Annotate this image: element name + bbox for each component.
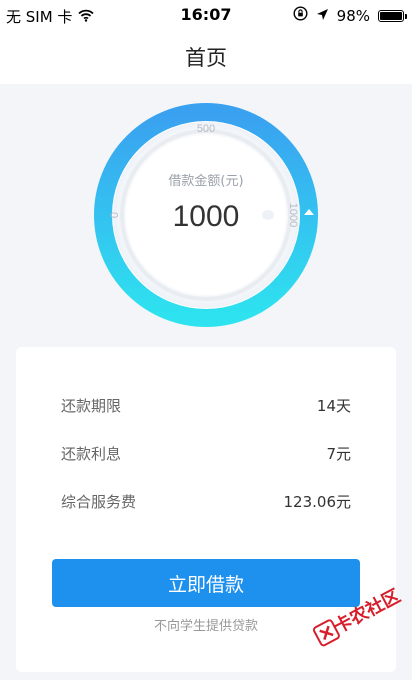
amount-label: 借款金额(元) xyxy=(168,173,243,189)
dial-glow xyxy=(262,210,274,220)
page-title: 首页 xyxy=(185,46,227,70)
loan-amount-dial[interactable]: 500 0 1000 借款金额(元) 1000 xyxy=(0,84,412,346)
status-right: 98% xyxy=(293,6,407,25)
detail-value: 123.06元 xyxy=(283,493,352,511)
orientation-lock-icon xyxy=(293,6,308,25)
battery-icon xyxy=(378,9,407,22)
detail-row-service-fee: 综合服务费 123.06元 xyxy=(61,491,351,515)
detail-value: 14天 xyxy=(316,397,351,415)
tick-label-min: 0 xyxy=(109,212,121,218)
amount-value: 1000 xyxy=(173,200,240,233)
status-bar: 无 SIM 卡 16:07 98% xyxy=(0,0,412,30)
tick-label-mid: 500 xyxy=(197,123,215,135)
battery-fill xyxy=(380,11,402,20)
detail-value: 7元 xyxy=(326,445,351,463)
nav-bar: 首页 xyxy=(0,30,412,84)
battery-percent: 98% xyxy=(336,6,370,25)
detail-label: 综合服务费 xyxy=(61,493,137,511)
detail-row-term: 还款期限 14天 xyxy=(61,395,351,419)
borrow-now-button[interactable]: 立即借款 xyxy=(52,559,360,607)
dial-graphic: 500 0 1000 借款金额(元) 1000 xyxy=(94,103,318,327)
location-arrow-icon xyxy=(316,7,329,25)
detail-label: 还款期限 xyxy=(61,397,122,415)
detail-label: 还款利息 xyxy=(61,445,122,463)
detail-row-interest: 还款利息 7元 xyxy=(61,443,351,467)
tick-label-max: 1000 xyxy=(287,203,299,227)
